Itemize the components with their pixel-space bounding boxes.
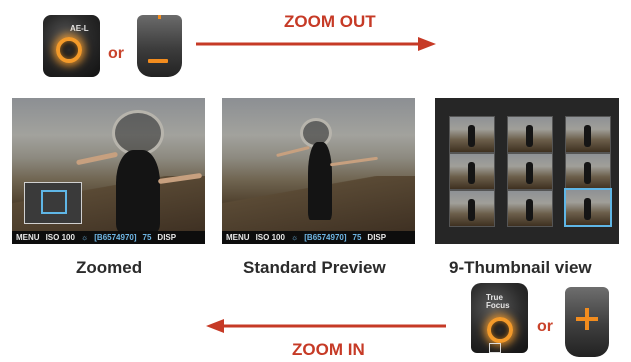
thumbnail-screen	[435, 98, 619, 244]
status-menu: MENU	[226, 233, 250, 242]
zoom-navigator	[24, 182, 82, 224]
status-file: [B6574970]	[304, 233, 347, 242]
or-label-top: or	[108, 45, 124, 62]
true-focus-label: True Focus	[486, 293, 510, 310]
arrow-left-icon	[206, 319, 446, 333]
zoom-navigator-frame	[41, 190, 67, 214]
zoom-out-label: ZOOM OUT	[284, 12, 376, 31]
thumbnail[interactable]	[449, 190, 495, 227]
plus-vertical-icon	[585, 308, 589, 330]
status-file: [B6574970]	[94, 233, 137, 242]
plus-button-icon[interactable]	[565, 287, 609, 357]
playback-zoom-icon	[489, 343, 501, 353]
minus-button-icon[interactable]	[137, 15, 182, 77]
standard-status-bar: MENU ISO 100 ☼ [B6574970] 75 DISP	[222, 231, 415, 244]
status-disp: DISP	[367, 233, 387, 242]
true-focus-button-icon[interactable]: True Focus	[471, 283, 528, 353]
or-label-bottom: or	[537, 318, 553, 335]
thumbnail[interactable]	[507, 153, 553, 190]
thumbnail[interactable]	[565, 153, 611, 190]
caption-standard-preview: Standard Preview	[243, 258, 386, 277]
thumbnail-selected[interactable]	[564, 188, 612, 227]
zoomed-screen: MENU ISO 100 ☼ [B6574970] 75 DISP	[12, 98, 205, 244]
minus-tick-icon	[158, 15, 161, 19]
status-iso: ISO 100	[45, 233, 75, 242]
zoom-in-label: ZOOM IN	[292, 340, 365, 359]
thumbnail[interactable]	[565, 116, 611, 153]
zoomed-status-bar: MENU ISO 100 ☼ [B6574970] 75 DISP	[12, 231, 205, 244]
minus-icon	[148, 59, 168, 63]
ael-button-label: AE-L	[70, 24, 89, 33]
thumbnail[interactable]	[449, 116, 495, 153]
status-disp: DISP	[157, 233, 177, 242]
status-quality: 75	[352, 233, 362, 242]
caption-zoomed: Zoomed	[76, 258, 143, 277]
thumbnail[interactable]	[507, 116, 553, 153]
arrow-right-icon	[196, 37, 436, 51]
ael-orange-ring-icon	[56, 37, 82, 63]
status-iso: ISO 100	[255, 233, 285, 242]
standard-screen: MENU ISO 100 ☼ [B6574970] 75 DISP	[222, 98, 415, 244]
status-quality: 75	[142, 233, 152, 242]
thumbnail[interactable]	[507, 190, 553, 227]
caption-thumbnail-view: 9-Thumbnail view	[449, 258, 592, 277]
status-wb-icon: ☼	[290, 233, 299, 242]
thumbnail[interactable]	[449, 153, 495, 190]
status-wb-icon: ☼	[80, 233, 89, 242]
status-menu: MENU	[16, 233, 40, 242]
standard-photo	[222, 98, 415, 231]
ael-button-icon[interactable]: AE-L	[43, 15, 100, 77]
true-focus-orange-ring-icon	[487, 317, 513, 343]
